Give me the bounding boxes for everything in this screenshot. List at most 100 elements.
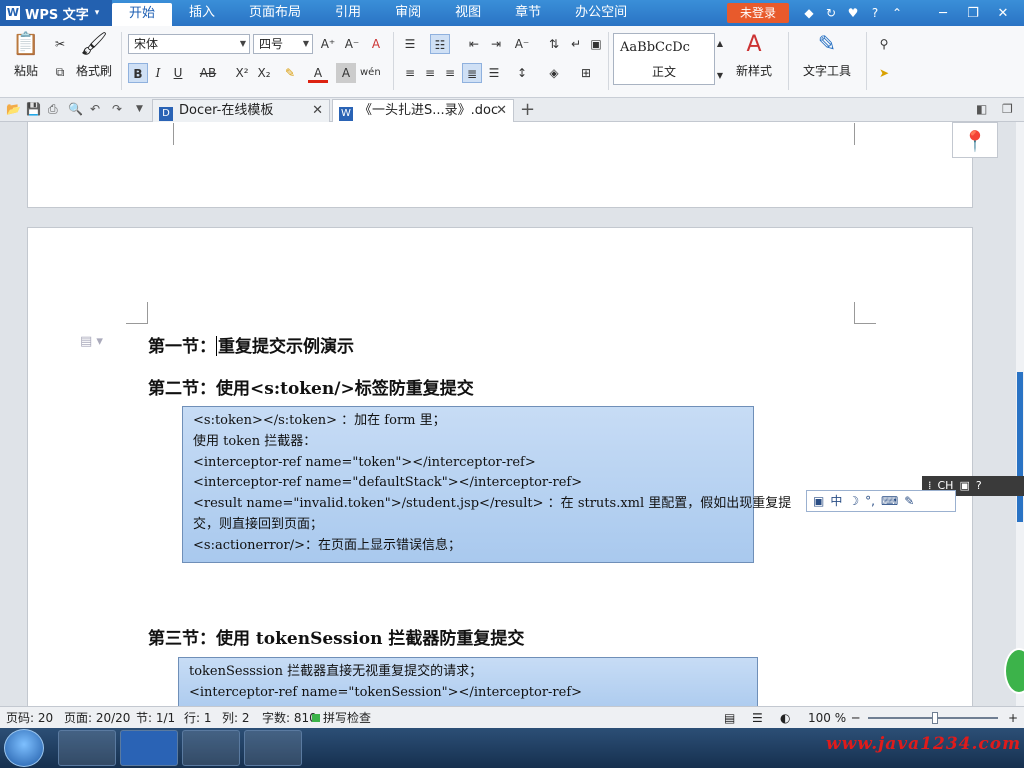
app-menu-button[interactable]: W WPS 文字 ▾ [0,0,112,26]
refresh-icon[interactable]: ↻ [820,6,842,20]
document-area[interactable]: ▤ ▾ 第一节： 重复提交示例演示 第二节：使用<s:token/>标签防重复提交… [0,122,1016,706]
copy-icon[interactable]: ⧉ [50,62,70,82]
print-icon[interactable]: ⎙ [48,102,58,117]
settings-icon[interactable]: ✎ [904,491,914,511]
skin-icon[interactable]: ◆ [798,6,820,20]
paste-button[interactable]: 📋 粘贴 [6,32,46,79]
vertical-scrollbar[interactable] [1016,122,1024,706]
web-view-icon[interactable]: ◐ [780,707,790,729]
close-icon[interactable]: ✕ [988,6,1018,21]
login-button[interactable]: 未登录 [727,3,789,23]
distributed-icon[interactable]: ☰ [484,63,504,83]
undo-icon[interactable]: ↶ [90,102,100,116]
paragraph-menu-icon[interactable]: ▤ ▾ [80,334,103,349]
zoom-slider-thumb[interactable] [932,712,938,724]
collapse-ribbon-icon[interactable]: ⌃ [886,6,908,20]
open-icon[interactable]: 📂 [6,102,21,116]
minimize-icon[interactable]: ─ [928,6,958,21]
select-icon[interactable]: ➤ [874,63,894,83]
word-count[interactable]: 字数: 810 [262,707,317,729]
tab-office-space[interactable]: 办公空间 [558,0,644,26]
align-left-icon[interactable]: ≡ [400,63,420,83]
cut-icon[interactable]: ✂ [50,34,70,54]
grow-font-icon[interactable]: A⁺ [318,34,338,54]
ime-keyboard-icon[interactable]: ▣ [959,476,969,496]
close-icon[interactable]: ✕ [312,100,323,122]
restore-icon[interactable]: ❐ [958,6,988,21]
tab-chapter[interactable]: 章节 [498,0,558,26]
zoom-in-icon[interactable]: + [1008,707,1018,729]
ime-mode[interactable]: 中 [830,491,842,511]
align-center-icon[interactable]: ≡ [420,63,440,83]
tab-references[interactable]: 引用 [318,0,378,26]
new-tab-icon[interactable]: + [520,99,535,120]
scrollbar-thumb[interactable] [1017,372,1023,522]
font-name-select[interactable]: 宋体 ▼ [128,34,250,54]
text-tools-button[interactable]: ✎ 文字工具 [794,32,860,79]
soft-keyboard-icon[interactable]: ⌨ [881,491,898,511]
borders-icon[interactable]: ⊞ [576,63,596,83]
ime-toolbar[interactable]: ▣ 中 ☽ °, ⌨ ✎ [806,490,956,512]
chinese-layout-icon[interactable]: A⁻ [512,34,532,54]
taskbar-app-player[interactable] [244,730,302,766]
underline-button[interactable]: U [168,63,188,83]
line-spacing-icon[interactable]: ↕ [512,63,532,83]
help-icon[interactable]: ? [864,6,886,20]
highlight-icon[interactable]: ✎ [280,63,300,83]
style-gallery-item[interactable]: AaBbCcDc 正文 [613,33,715,85]
redo-icon[interactable]: ↷ [112,102,122,116]
close-icon[interactable]: ✕ [496,100,507,122]
italic-button[interactable]: I [148,63,168,83]
bold-button[interactable]: B [128,63,148,83]
tab-page-layout[interactable]: 页面布局 [232,0,318,26]
taskbar-app-wps[interactable] [120,730,178,766]
spell-check-label: 拼写检查 [323,711,372,725]
page-view-icon[interactable]: ▤ [724,707,735,729]
start-button[interactable] [4,729,44,767]
show-marks-icon[interactable]: ↵ [566,34,586,54]
tab-list-icon[interactable]: ◧ [976,102,987,116]
new-style-button[interactable]: A 新样式 [726,32,782,79]
justify-icon[interactable]: ≣ [462,63,482,83]
numbering-icon[interactable]: ☷ [430,34,450,54]
shirt-icon[interactable]: ♥ [842,6,864,20]
tab-docer-templates[interactable]: D Docer-在线模板 ✕ [152,99,330,122]
zoom-out-icon[interactable]: ─ [852,707,859,729]
print-preview-icon[interactable]: 🔍 [68,102,83,116]
zoom-level[interactable]: 100 % [808,707,846,729]
shrink-font-icon[interactable]: A⁻ [342,34,362,54]
char-shading-button[interactable]: A [336,63,356,83]
tab-restore-icon[interactable]: ❐ [1002,102,1013,116]
subscript-button[interactable]: X₂ [254,63,274,83]
location-pin-icon[interactable]: 📍 [952,122,998,158]
align-right-icon[interactable]: ≡ [440,63,460,83]
bullets-icon[interactable]: ☰ [400,34,420,54]
paragraph-shading-icon[interactable]: ◈ [544,63,564,83]
tab-insert[interactable]: 插入 [172,0,232,26]
phonetic-guide-icon[interactable]: wén [360,63,381,83]
increase-indent-icon[interactable]: ⇥ [486,34,506,54]
font-color-button[interactable]: A [308,63,328,83]
half-width-icon[interactable]: ☽ [848,491,859,511]
text-box-icon[interactable]: ▣ [586,34,606,54]
tab-view[interactable]: 视图 [438,0,498,26]
spell-check-toggle[interactable]: 拼写检查 [312,707,371,729]
punctuation-icon[interactable]: °, [865,491,875,511]
taskbar-app-recorder[interactable] [182,730,240,766]
format-painter-button[interactable]: 🖌 格式刷 [74,32,114,79]
tab-document[interactable]: W 《一头扎进S...录》.doc ✕ [332,99,514,122]
superscript-button[interactable]: X² [232,63,252,83]
outline-view-icon[interactable]: ☰ [752,707,763,729]
save-icon[interactable]: 💾 [26,102,41,116]
find-icon[interactable]: ⚲ [874,34,894,54]
strikethrough-button[interactable]: AB [196,63,220,83]
tab-home[interactable]: 开始 [112,3,173,26]
font-size-select[interactable]: 四号 ▼ [253,34,313,54]
quick-access-menu-icon[interactable]: ▼ [136,104,143,114]
tab-review[interactable]: 审阅 [378,0,438,26]
sort-icon[interactable]: ⇅ [544,34,564,54]
clear-format-icon[interactable]: A [366,34,386,54]
decrease-indent-icon[interactable]: ⇤ [464,34,484,54]
help-icon[interactable]: ? [976,476,982,496]
taskbar-app-media[interactable] [58,730,116,766]
